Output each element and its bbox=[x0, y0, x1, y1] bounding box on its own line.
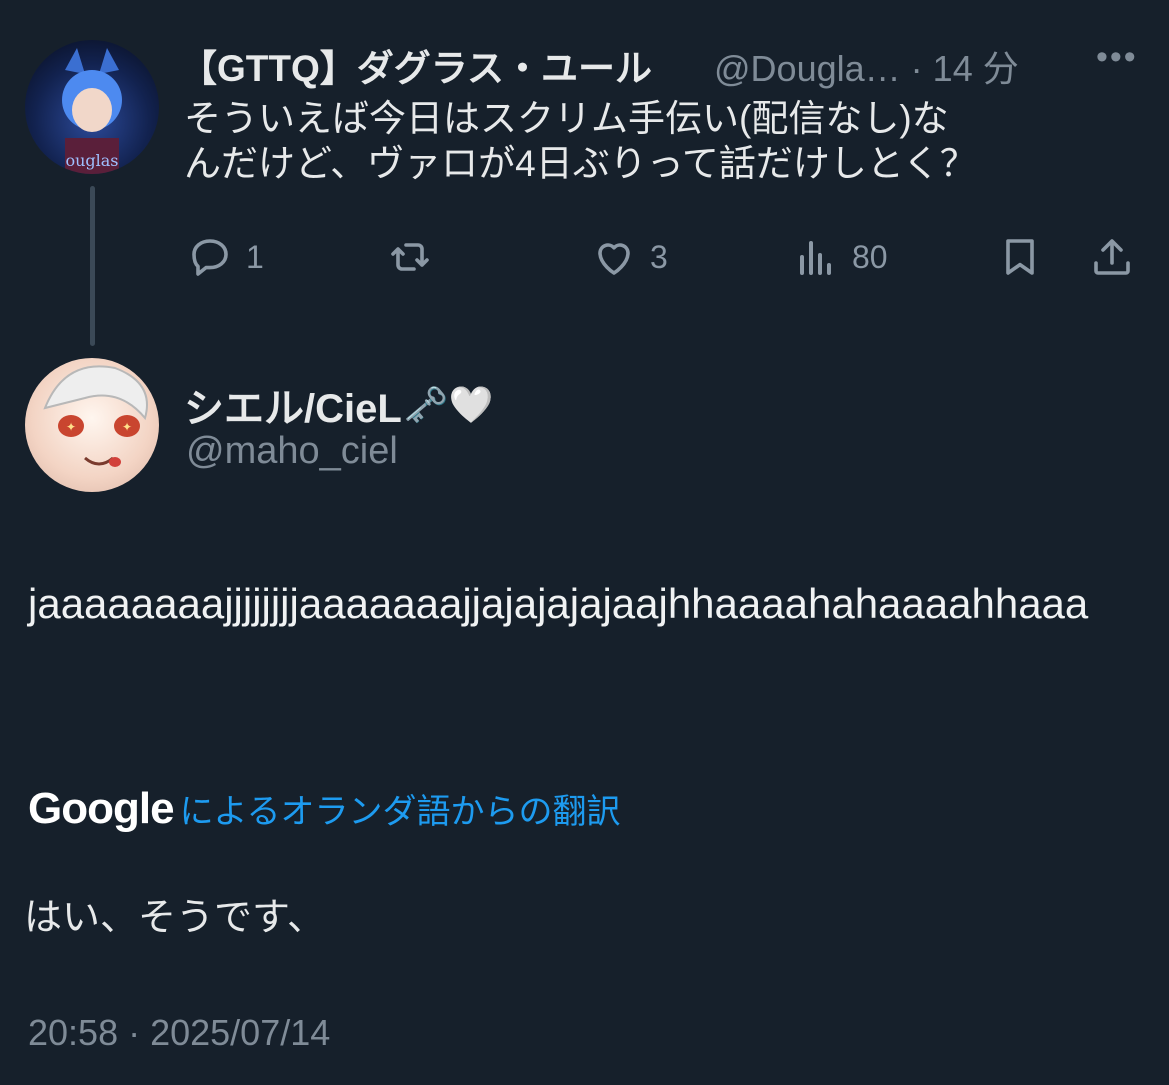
reply-author-avatar[interactable]: ✦ ✦ bbox=[25, 358, 159, 492]
retweet-button[interactable] bbox=[386, 232, 446, 282]
parent-handle-time: @Dougla… · 14 分 bbox=[714, 40, 1019, 92]
separator-dot: · bbox=[910, 48, 923, 89]
name-emoji: 🗝️🤍 bbox=[403, 384, 494, 425]
parent-time-ago[interactable]: 14 分 bbox=[933, 48, 1019, 89]
views-button[interactable]: 80 bbox=[792, 232, 888, 282]
google-logo-text: Google bbox=[28, 784, 175, 833]
parent-avatar-art: ouglas bbox=[62, 48, 122, 174]
reply-author-name-row[interactable]: シエル/CieL 🗝️🤍 bbox=[184, 376, 493, 434]
reply-button[interactable]: 1 bbox=[186, 232, 264, 282]
retweet-icon bbox=[391, 243, 429, 271]
svg-text:✦: ✦ bbox=[66, 420, 76, 434]
share-button[interactable] bbox=[1088, 232, 1136, 282]
reply-author-handle[interactable]: @maho_ciel bbox=[186, 430, 398, 473]
parent-author-avatar[interactable]: ouglas bbox=[25, 40, 159, 174]
parent-tweet-line-2: んだけど、ヴァロが4日ぶりって話だけしとく？ bbox=[184, 143, 977, 184]
reply-avatar-art: ✦ ✦ bbox=[43, 365, 148, 467]
reply-author-name[interactable]: シエル/CieL bbox=[184, 376, 402, 434]
reply-tweet-text: jaaaaaaaajjjjjjjjaaaaaaajjajajajajaajhha… bbox=[28, 580, 1089, 627]
like-count: 3 bbox=[650, 238, 668, 275]
reply-icon bbox=[192, 239, 228, 276]
translated-text: はい、そうです、 bbox=[24, 897, 325, 939]
translation-label-link[interactable]: によるオランダ語からの翻訳 bbox=[180, 784, 621, 833]
analytics-icon bbox=[800, 241, 831, 275]
thread-connector-line bbox=[90, 186, 95, 346]
tweet-timestamp[interactable]: 20:58 · 2025/07/14 bbox=[28, 1012, 330, 1054]
more-options-icon[interactable]: ••• bbox=[1096, 38, 1138, 77]
like-button[interactable]: 3 bbox=[590, 232, 668, 282]
parent-author-name[interactable]: 【GTTQ】ダグラス・ユール bbox=[180, 38, 652, 92]
svg-text:ouglas: ouglas bbox=[65, 151, 118, 170]
svg-text:✦: ✦ bbox=[122, 420, 132, 434]
parent-author-handle[interactable]: @Dougla… bbox=[714, 48, 901, 89]
parent-tweet-text: そういえば今日はスクリム手伝い(配信なし)な んだけど、ヴァロが4日ぶりって話だ… bbox=[184, 96, 1144, 186]
bookmark-icon bbox=[1006, 239, 1034, 275]
heart-icon bbox=[598, 243, 630, 275]
view-count: 80 bbox=[852, 238, 888, 275]
bookmark-button[interactable] bbox=[996, 232, 1044, 282]
translation-attribution: Google によるオランダ語からの翻訳 bbox=[28, 784, 621, 834]
reply-count: 1 bbox=[246, 238, 264, 275]
share-icon bbox=[1094, 239, 1130, 275]
parent-tweet-line-1: そういえば今日はスクリム手伝い(配信なし)な bbox=[184, 98, 949, 139]
